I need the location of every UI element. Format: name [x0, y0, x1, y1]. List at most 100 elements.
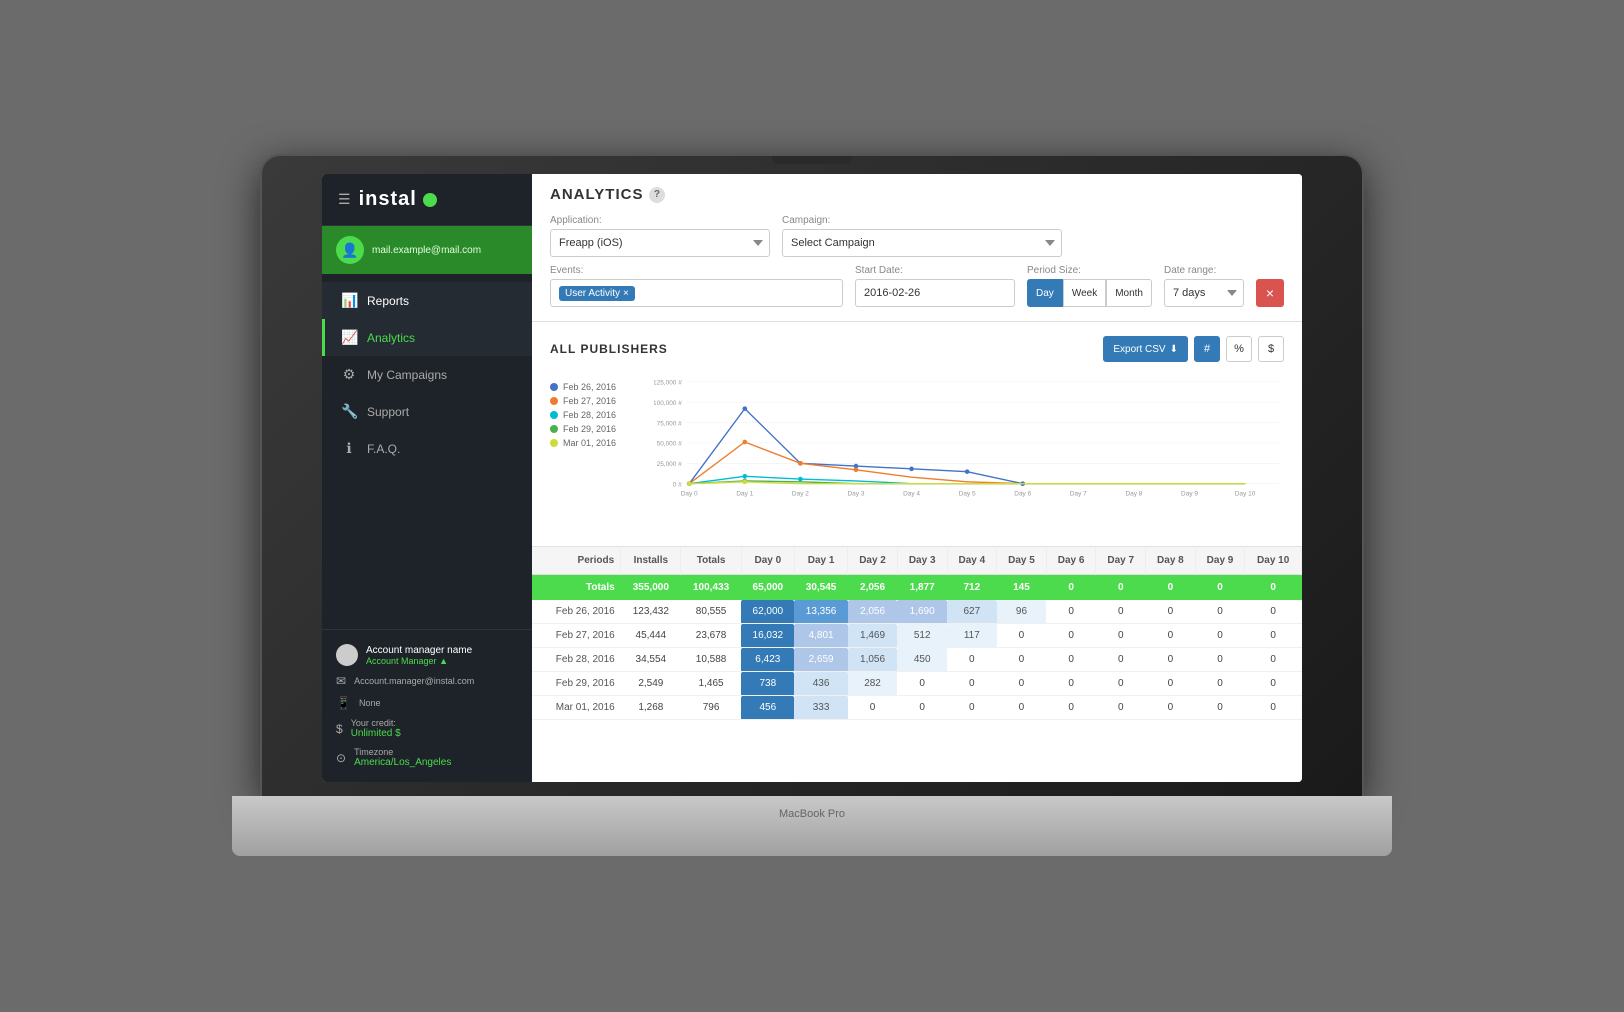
table-cell: 0 [897, 672, 947, 696]
col-day5: Day 5 [997, 547, 1047, 575]
chart-section: ALL PUBLISHERS Export CSV ⬇ # % $ [532, 322, 1302, 547]
table-cell: 45,444 [621, 624, 681, 648]
table-cell: 0 [1146, 648, 1196, 672]
sidebar-item-faq[interactable]: ℹ F.A.Q. [322, 430, 532, 467]
totals-day1: 30,545 [794, 575, 847, 601]
format-percent-button[interactable]: % [1226, 336, 1252, 362]
phone-icon: 📱 [336, 696, 351, 710]
start-date-input[interactable] [855, 279, 1015, 307]
period-month-button[interactable]: Month [1106, 279, 1152, 307]
events-input[interactable]: User Activity × [550, 279, 843, 307]
table-cell: 0 [1245, 672, 1302, 696]
period-week-button[interactable]: Week [1063, 279, 1106, 307]
legend-item-1: Feb 27, 2016 [550, 396, 640, 406]
sidebar-item-campaigns[interactable]: ⚙ My Campaigns [322, 356, 532, 393]
footer-timezone-row: ⊙ Timezone America/Los_Angeles [336, 743, 518, 772]
account-manager-role: Account Manager ▲ [366, 656, 472, 666]
email-icon: ✉ [336, 674, 346, 688]
table-cell: 0 [1046, 624, 1096, 648]
remove-tag-button[interactable]: × [623, 288, 629, 299]
sidebar-item-reports[interactable]: 📊 Reports [322, 282, 532, 319]
totals-day5: 145 [997, 575, 1047, 601]
table-cell: Feb 29, 2016 [532, 672, 621, 696]
date-range-filter: Date range: 7 days 14 days 30 days [1164, 265, 1244, 307]
svg-text:Day 6: Day 6 [1014, 491, 1031, 498]
campaign-filter: Campaign: Select Campaign [782, 215, 1062, 257]
table-cell: 0 [1046, 672, 1096, 696]
reports-label: Reports [367, 294, 409, 308]
analytics-title: ANALYTICS ? [550, 186, 1284, 203]
credit-label: Your credit: [351, 718, 401, 728]
format-dollar-button[interactable]: $ [1258, 336, 1284, 362]
table-cell: 796 [681, 696, 741, 720]
help-icon[interactable]: ? [649, 187, 665, 203]
table-cell: 2,549 [621, 672, 681, 696]
faq-label: F.A.Q. [367, 442, 400, 456]
table-row: Feb 26, 2016123,43280,55562,00013,3562,0… [532, 600, 1302, 624]
totals-day0: 65,000 [741, 575, 794, 601]
event-tag: User Activity × [559, 286, 635, 301]
application-select[interactable]: Freapp (iOS) [550, 229, 770, 257]
table-cell: 1,465 [681, 672, 741, 696]
table-cell: 0 [1046, 696, 1096, 720]
filter-row-1: Application: Freapp (iOS) Campaign: Sele… [550, 215, 1284, 257]
col-installs: Installs [621, 547, 681, 575]
table-cell: 0 [1195, 672, 1245, 696]
table-cell: 282 [848, 672, 898, 696]
table-cell: 0 [1195, 600, 1245, 624]
clear-button[interactable]: × [1256, 279, 1284, 307]
chart-area: 125,000 # 100,000 # 75,000 # 50,000 # 25… [654, 372, 1284, 532]
export-csv-button[interactable]: Export CSV ⬇ [1103, 336, 1188, 362]
table-cell: 80,555 [681, 600, 741, 624]
table-cell: 10,588 [681, 648, 741, 672]
svg-text:Day 5: Day 5 [959, 491, 976, 498]
chart-header: ALL PUBLISHERS Export CSV ⬇ # % $ [550, 336, 1284, 362]
col-day6: Day 6 [1046, 547, 1096, 575]
table-cell: 627 [947, 600, 997, 624]
table-cell: 0 [1245, 696, 1302, 720]
format-hash-button[interactable]: # [1194, 336, 1220, 362]
col-day8: Day 8 [1146, 547, 1196, 575]
table-cell: 1,056 [848, 648, 898, 672]
period-day-button[interactable]: Day [1027, 279, 1063, 307]
period-buttons: Day Week Month [1027, 279, 1152, 307]
table-cell: 0 [1245, 648, 1302, 672]
table-cell: 0 [1096, 600, 1146, 624]
hamburger-icon[interactable]: ☰ [338, 191, 351, 208]
faq-icon: ℹ [341, 440, 357, 457]
table-cell: 0 [947, 696, 997, 720]
table-cell: 1,469 [848, 624, 898, 648]
campaign-select[interactable]: Select Campaign [782, 229, 1062, 257]
footer-account-row: Account manager name Account Manager ▲ [336, 640, 518, 670]
sidebar-item-analytics[interactable]: 📈 Analytics [322, 319, 532, 356]
logo-text: instal [359, 188, 417, 211]
period-size-label: Period Size: [1027, 265, 1152, 276]
table-cell: 4,801 [794, 624, 847, 648]
sidebar-item-support[interactable]: 🔧 Support [322, 393, 532, 430]
svg-text:100,000 #: 100,000 # [654, 400, 682, 407]
table-cell: 0 [1195, 696, 1245, 720]
chart-actions: Export CSV ⬇ # % $ [1103, 336, 1284, 362]
filter-row-2: Events: User Activity × Start Date: [550, 265, 1284, 307]
svg-text:Day 1: Day 1 [736, 491, 753, 498]
analytics-icon: 📈 [341, 329, 357, 346]
svg-text:Day 2: Day 2 [792, 491, 809, 498]
date-range-select[interactable]: 7 days 14 days 30 days [1164, 279, 1244, 307]
svg-text:Day 8: Day 8 [1125, 491, 1142, 498]
svg-text:Day 4: Day 4 [903, 491, 920, 498]
col-day3: Day 3 [897, 547, 947, 575]
chart-container: Feb 26, 2016 Feb 27, 2016 Feb 28, 2016 [550, 372, 1284, 532]
account-manager-name: Account manager name [366, 645, 472, 656]
col-day9: Day 9 [1195, 547, 1245, 575]
svg-text:75,000 #: 75,000 # [657, 420, 683, 427]
legend-dot-3 [550, 425, 558, 433]
table-cell: 0 [947, 648, 997, 672]
chart-svg: 125,000 # 100,000 # 75,000 # 50,000 # 25… [654, 372, 1284, 512]
table-cell: 13,356 [794, 600, 847, 624]
table-cell: Feb 28, 2016 [532, 648, 621, 672]
table-cell: 0 [1046, 600, 1096, 624]
table-cell: 0 [1195, 648, 1245, 672]
campaigns-icon: ⚙ [341, 366, 357, 383]
table-cell: 34,554 [621, 648, 681, 672]
svg-text:0 #: 0 # [673, 481, 682, 488]
